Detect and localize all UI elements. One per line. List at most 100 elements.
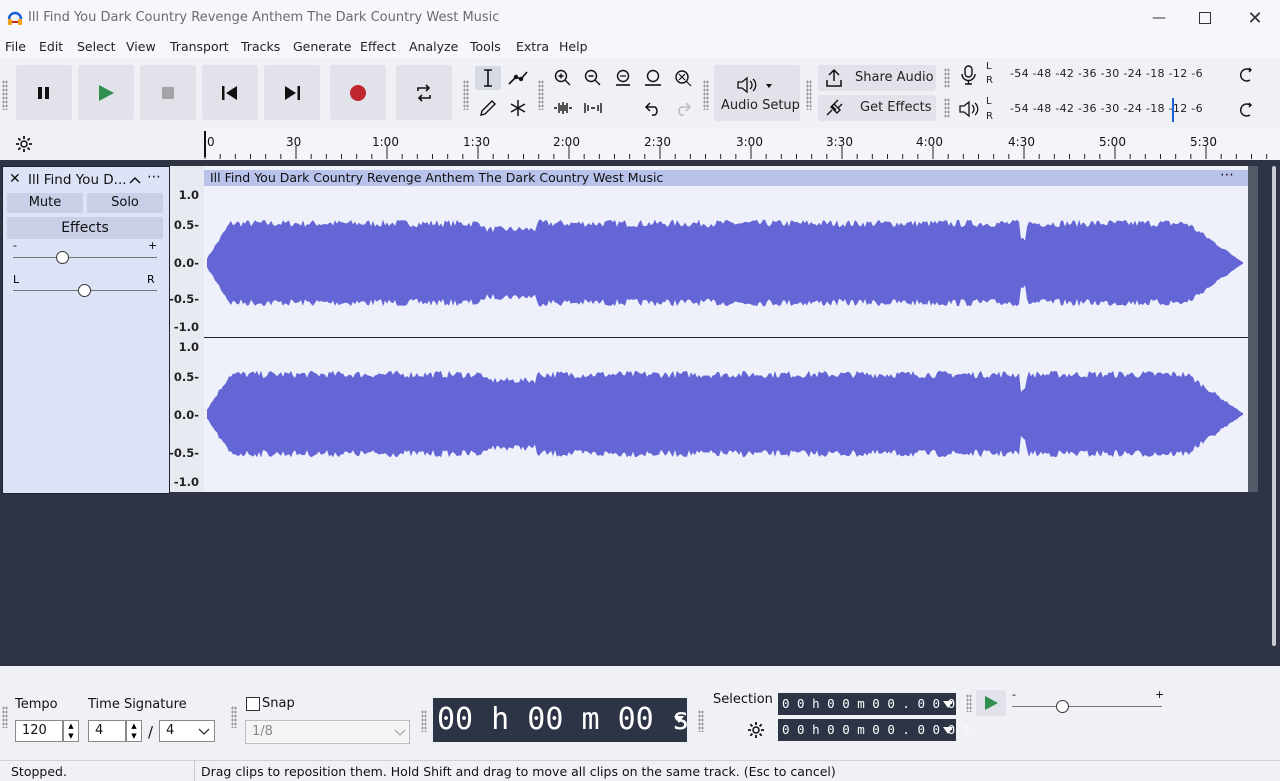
timeline-ruler[interactable]: 0 30 1:00 1:30 2:00 2:30 3:00 3:30 4:00 … (204, 128, 1280, 160)
zoom-out-button[interactable] (580, 66, 606, 90)
numerator-spinner[interactable]: ▲ ▼ (126, 720, 142, 742)
toolbar-grip[interactable] (966, 694, 972, 712)
selection-start-time[interactable]: 0 0 h 0 0 m 0 0 . 0 0 0 s (778, 693, 970, 715)
record-meter-scale[interactable]: -54 -48 -42 -36 -30 -24 -18 -12 -6 (1010, 67, 1203, 80)
mute-button[interactable]: Mute (7, 193, 83, 213)
selection-tool[interactable] (475, 66, 501, 90)
speed-slider-track[interactable] (1012, 706, 1162, 707)
close-window-button[interactable]: ✕ (1232, 0, 1278, 36)
menu-tracks[interactable]: Tracks (241, 39, 280, 54)
microphone-icon[interactable] (958, 64, 980, 86)
tempo-input[interactable]: 120 (15, 720, 63, 742)
waveform[interactable] (204, 186, 1248, 492)
solo-button[interactable]: Solo (87, 193, 163, 213)
envelope-tool[interactable] (505, 66, 531, 90)
skip-to-end-button[interactable] (264, 65, 320, 120)
skip-to-start-button[interactable] (202, 65, 258, 120)
collapse-chevron-icon[interactable] (129, 175, 141, 185)
menu-transport[interactable]: Transport (170, 39, 229, 54)
track-name[interactable]: Ill Find You D... (28, 172, 127, 188)
undo-button[interactable] (640, 96, 666, 120)
selection-start-dropdown-icon[interactable] (943, 701, 953, 709)
audio-setup-button[interactable]: Audio Setup (714, 65, 800, 121)
toolbar-grip[interactable] (806, 80, 812, 110)
menu-effect[interactable]: Effect (360, 39, 396, 54)
gain-slider-thumb[interactable] (56, 251, 69, 264)
pan-slider-thumb[interactable] (78, 284, 91, 297)
multi-tool[interactable] (505, 96, 531, 120)
minimize-button[interactable]: — (1136, 0, 1182, 36)
gain-slider-track[interactable] (13, 257, 157, 258)
gear-icon[interactable] (14, 134, 34, 154)
time-display[interactable]: 00 h 00 m 00 s (433, 698, 690, 742)
selection-end-time[interactable]: 0 0 h 0 0 m 0 0 . 0 0 0 s (778, 719, 970, 741)
menu-help[interactable]: Help (559, 39, 588, 54)
draw-tool[interactable] (475, 96, 501, 120)
effects-button[interactable]: Effects (7, 217, 163, 239)
chevron-down-icon[interactable] (394, 729, 406, 737)
record-button[interactable] (330, 65, 386, 120)
amp-label: 1.0 (178, 340, 199, 354)
snap-select[interactable]: 1/8 (245, 720, 410, 744)
tempo-spinner[interactable]: ▲ ▼ (63, 720, 79, 742)
menu-file[interactable]: File (5, 39, 26, 54)
play-at-speed-button[interactable] (976, 690, 1006, 716)
chevron-down-icon[interactable] (198, 728, 210, 736)
menu-generate[interactable]: Generate (293, 39, 351, 54)
time-format-dropdown-icon[interactable] (674, 716, 684, 724)
trim-outside-button[interactable] (550, 96, 576, 120)
track-menu-icon[interactable]: ⋯ (147, 169, 161, 185)
menu-extra[interactable]: Extra (516, 39, 549, 54)
clip-header[interactable]: Ill Find You Dark Country Revenge Anthem… (204, 167, 1248, 186)
toolbar-grip[interactable] (463, 80, 469, 110)
selection-end-dropdown-icon[interactable] (943, 727, 953, 735)
playhead-marker (204, 131, 206, 157)
time-signature-numerator[interactable]: 4 (88, 720, 126, 742)
maximize-button[interactable] (1182, 0, 1228, 36)
share-audio-button[interactable]: Share Audio (818, 65, 936, 91)
vertical-scrollbar[interactable] (1272, 166, 1276, 646)
toolbar-grip[interactable] (944, 98, 950, 118)
clip-menu-icon[interactable]: ⋯ (1220, 167, 1234, 183)
redo-button[interactable] (670, 96, 696, 120)
zoom-in-button[interactable] (550, 66, 576, 90)
menu-edit[interactable]: Edit (39, 39, 63, 54)
status-message: Drag clips to reposition them. Hold Shif… (201, 764, 836, 779)
toolbar-grip[interactable] (538, 80, 544, 110)
menu-bar: File Edit Select View Transport Tracks G… (0, 36, 1280, 58)
toolbar-grip[interactable] (421, 710, 427, 732)
fit-project-button[interactable] (640, 66, 666, 90)
gear-icon[interactable] (746, 720, 766, 740)
zoom-toggle-icon (675, 70, 692, 87)
fit-selection-button[interactable] (610, 66, 636, 90)
stop-button[interactable] (140, 65, 196, 120)
menu-select[interactable]: Select (77, 39, 116, 54)
speaker-icon[interactable] (958, 98, 980, 120)
meter-options-icon[interactable] (1238, 102, 1254, 118)
menu-view[interactable]: View (126, 39, 156, 54)
amplitude-ruler[interactable]: 1.0 0.5- 0.0- -0.5- -1.0 1.0 0.5- 0.0- -… (169, 166, 204, 492)
loop-button[interactable] (396, 65, 452, 120)
toolbar-grip[interactable] (2, 706, 8, 728)
snap-checkbox[interactable] (246, 697, 260, 711)
get-effects-button[interactable]: Get Effects (818, 95, 936, 121)
toolbar-grip[interactable] (944, 68, 950, 88)
toolbar-grip[interactable] (703, 80, 709, 110)
menu-analyze[interactable]: Analyze (409, 39, 458, 54)
track-control-panel[interactable]: ✕ Ill Find You D... ⋯ Mute Solo Effects … (2, 166, 170, 494)
menu-tools[interactable]: Tools (470, 39, 501, 54)
toolbar-grip[interactable] (698, 710, 704, 732)
audio-setup-label: Audio Setup (721, 98, 800, 113)
toolbar-grip[interactable] (231, 706, 237, 728)
audio-clip[interactable] (204, 166, 1248, 492)
pause-button[interactable] (16, 65, 72, 120)
close-track-icon[interactable]: ✕ (9, 171, 21, 187)
speed-slider-thumb[interactable] (1056, 700, 1069, 713)
zoom-toggle-button[interactable] (670, 66, 696, 90)
meter-options-icon[interactable] (1238, 67, 1254, 83)
silence-selection-button[interactable] (580, 96, 606, 120)
play-button[interactable] (78, 65, 134, 120)
zoom-in-icon (554, 69, 571, 86)
amp-label: 0.5- (173, 218, 199, 232)
toolbar-grip[interactable] (2, 80, 8, 110)
